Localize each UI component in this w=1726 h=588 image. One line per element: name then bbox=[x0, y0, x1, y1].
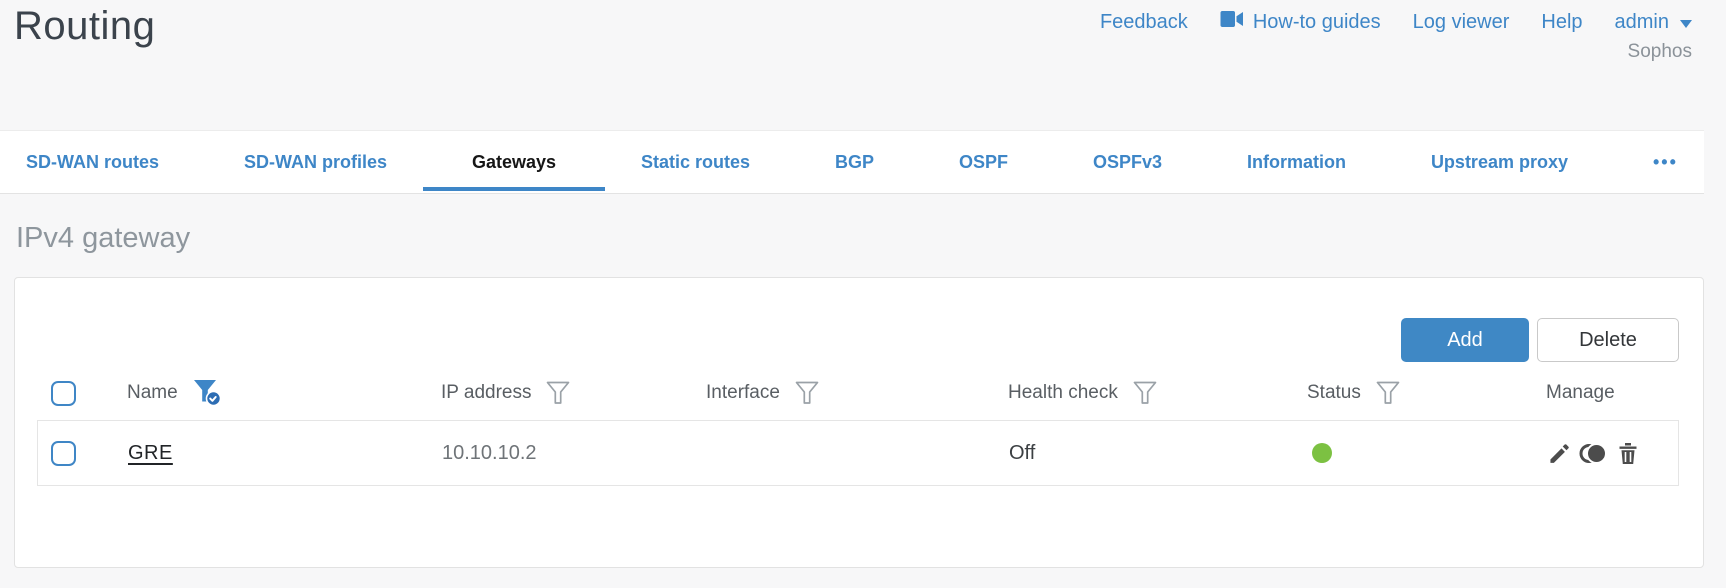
howto-guides-link[interactable]: How-to guides bbox=[1220, 10, 1381, 34]
interface-column-label: Interface bbox=[706, 382, 780, 403]
tab-bgp[interactable]: BGP bbox=[835, 131, 874, 193]
row-cell-select bbox=[38, 440, 128, 466]
ip-filter-icon[interactable] bbox=[545, 380, 571, 406]
ip-column-label: IP address bbox=[441, 382, 532, 403]
health-check-filter-icon[interactable] bbox=[1132, 380, 1158, 406]
manage-column-label: Manage bbox=[1546, 382, 1615, 403]
section-title: IPv4 gateway bbox=[16, 222, 191, 254]
feedback-label: Feedback bbox=[1099, 10, 1188, 33]
tab-static-routes[interactable]: Static routes bbox=[641, 131, 750, 193]
gateway-ip-value: 10.10.10.2 bbox=[442, 441, 537, 464]
page-title: Routing bbox=[14, 4, 156, 48]
row-cell-status bbox=[1308, 443, 1547, 463]
tab-ospf[interactable]: OSPF bbox=[959, 131, 1008, 193]
routing-page: Routing Feedback How-to guides Log viewe… bbox=[0, 0, 1726, 588]
header-cell-health-check: Health check bbox=[1008, 380, 1307, 406]
gateway-panel: Add Delete Name IP address Interface Hea… bbox=[14, 277, 1704, 568]
add-button[interactable]: Add bbox=[1401, 318, 1529, 362]
status-up-indicator bbox=[1312, 443, 1332, 463]
tab-sdwan-routes[interactable]: SD-WAN routes bbox=[26, 131, 159, 193]
name-filter-active-icon[interactable] bbox=[192, 379, 222, 407]
tab-sdwan-profiles[interactable]: SD-WAN profiles bbox=[244, 131, 387, 193]
gateway-name-link[interactable]: GRE bbox=[128, 442, 173, 465]
admin-menu[interactable]: admin bbox=[1615, 11, 1692, 34]
header-cell-status: Status bbox=[1307, 380, 1546, 406]
clone-icon[interactable] bbox=[1579, 441, 1609, 466]
toolbar: Add Delete bbox=[1401, 318, 1679, 362]
header-cell-select bbox=[37, 380, 127, 406]
header-cell-manage: Manage bbox=[1546, 382, 1679, 404]
admin-label: admin bbox=[1614, 10, 1669, 33]
brand-label: Sophos bbox=[1627, 41, 1692, 62]
header-cell-name: Name bbox=[127, 379, 441, 407]
howto-guides-label: How-to guides bbox=[1252, 10, 1381, 33]
feedback-link[interactable]: Feedback bbox=[1100, 11, 1188, 34]
status-column-label: Status bbox=[1307, 382, 1361, 403]
top-right-area: Feedback How-to guides Log viewer Help a… bbox=[1100, 10, 1692, 63]
row-cell-health-check: Off bbox=[1009, 442, 1308, 465]
header-cell-interface: Interface bbox=[706, 380, 1008, 406]
chevron-down-icon bbox=[1680, 11, 1692, 34]
tab-ospfv3[interactable]: OSPFv3 bbox=[1093, 131, 1162, 193]
more-tabs-icon[interactable]: ••• bbox=[1653, 152, 1678, 173]
row-checkbox[interactable] bbox=[51, 440, 76, 466]
help-label: Help bbox=[1541, 10, 1583, 33]
top-nav: Feedback How-to guides Log viewer Help a… bbox=[1100, 10, 1692, 34]
tab-bar: SD-WAN routes SD-WAN profiles Gateways S… bbox=[0, 130, 1704, 194]
row-cell-name: GRE bbox=[128, 442, 442, 465]
health-check-column-label: Health check bbox=[1008, 382, 1118, 403]
table-header-row: Name IP address Interface Health check S… bbox=[37, 366, 1679, 420]
edit-pencil-icon[interactable] bbox=[1547, 441, 1572, 466]
header-cell-ip: IP address bbox=[441, 380, 706, 406]
help-link[interactable]: Help bbox=[1541, 11, 1582, 34]
select-all-checkbox[interactable] bbox=[51, 380, 76, 406]
interface-filter-icon[interactable] bbox=[794, 380, 820, 406]
row-cell-manage bbox=[1547, 441, 1678, 466]
gateway-table: Name IP address Interface Health check S… bbox=[37, 366, 1679, 486]
video-camera-icon bbox=[1220, 10, 1244, 34]
tab-gateways[interactable]: Gateways bbox=[472, 131, 556, 193]
log-viewer-link[interactable]: Log viewer bbox=[1413, 11, 1510, 34]
tab-information[interactable]: Information bbox=[1247, 131, 1346, 193]
gateway-health-check-value: Off bbox=[1009, 441, 1036, 464]
row-cell-ip: 10.10.10.2 bbox=[442, 442, 707, 465]
log-viewer-label: Log viewer bbox=[1412, 10, 1510, 33]
name-column-label: Name bbox=[127, 382, 178, 403]
table-row: GRE 10.10.10.2 Off bbox=[37, 420, 1679, 486]
tab-upstream-proxy[interactable]: Upstream proxy bbox=[1431, 131, 1568, 193]
status-filter-icon[interactable] bbox=[1375, 380, 1401, 406]
delete-trash-icon[interactable] bbox=[1616, 441, 1640, 466]
delete-button[interactable]: Delete bbox=[1537, 318, 1679, 362]
